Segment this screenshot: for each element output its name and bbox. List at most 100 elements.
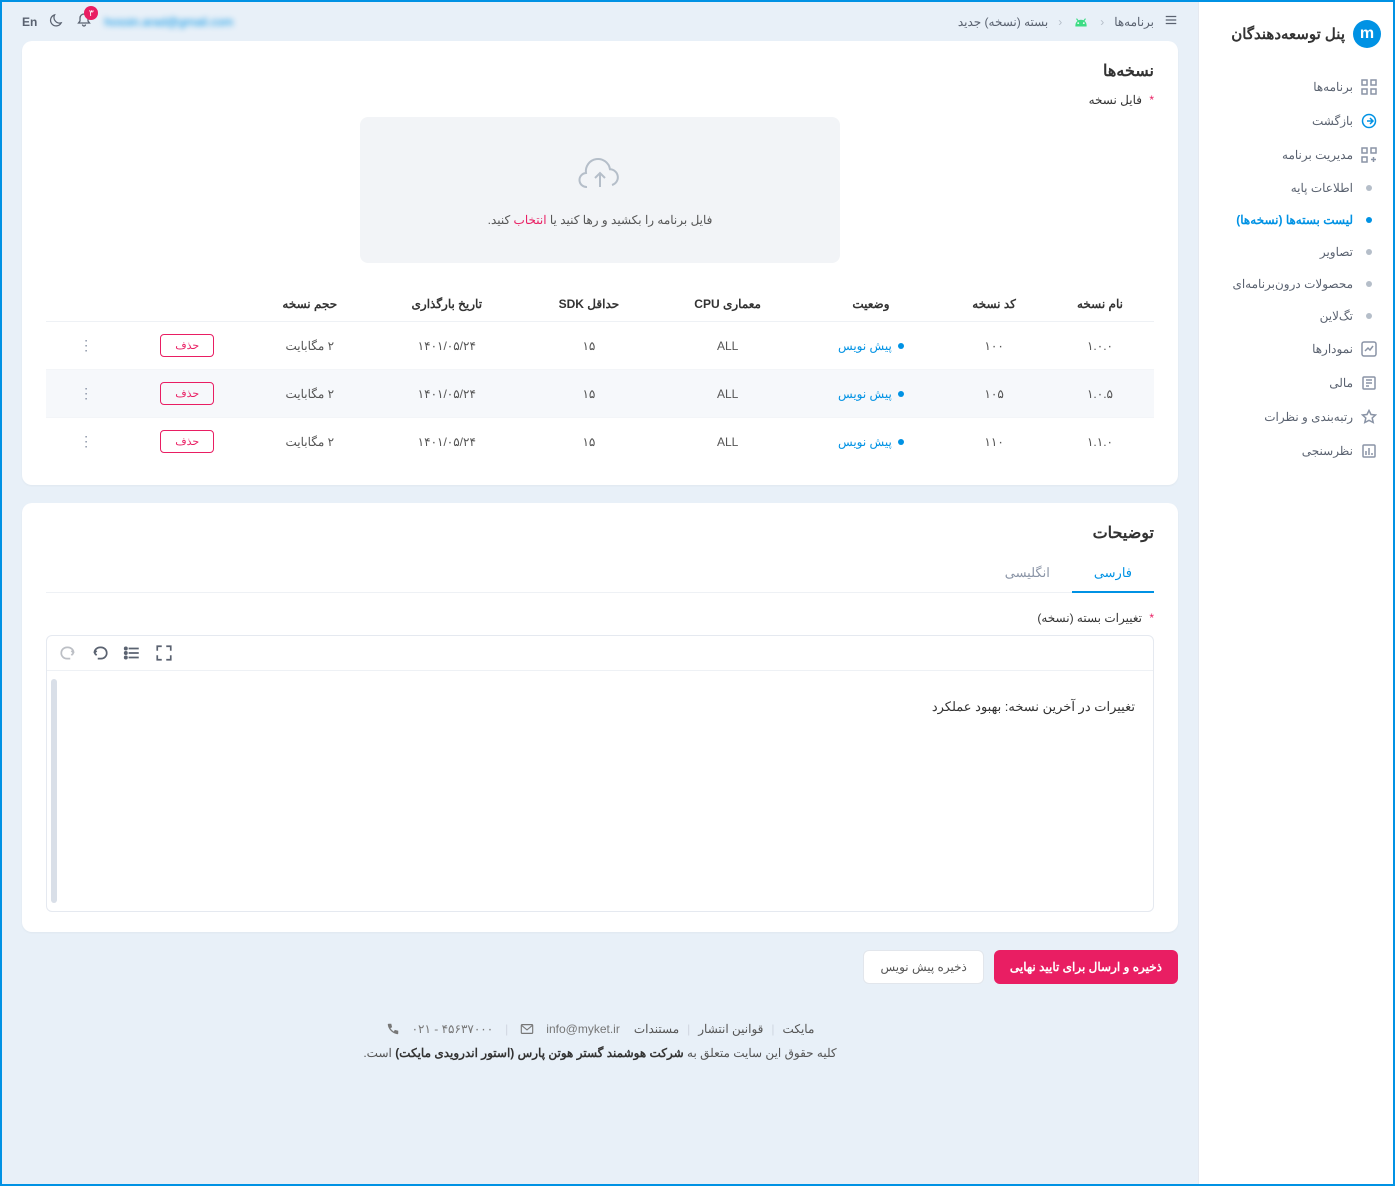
file-dropzone[interactable]: فایل برنامه را بکشید و رها کنید یا انتخا… — [360, 117, 840, 263]
top-actions: hossin.arad@gmail.com ۳ En — [22, 12, 233, 31]
brand: m پنل توسعه‌دهندگان — [1211, 20, 1381, 48]
bullet-icon — [1366, 313, 1372, 319]
footer: مایکت | قوانین انتشار | مستندات ۰۲۱ - ۴۵… — [22, 1002, 1178, 1080]
brand-logo-icon: m — [1353, 20, 1381, 48]
footer-copyright: کلیه حقوق این سایت متعلق به شرکت هوشمند … — [363, 1046, 836, 1060]
nav-label: مالی — [1329, 376, 1353, 390]
footer-phone: ۰۲۱ - ۴۵۶۳۷۰۰۰ — [412, 1022, 494, 1036]
description-card: توضیحات فارسی انگلیسی * تغییرات بسته (نس… — [22, 503, 1178, 932]
save-draft-button[interactable]: ذخیره پیش نویس — [863, 950, 983, 984]
th-date: تاریخ بارگذاری — [371, 287, 522, 322]
table-row: ۱.۰.۵۱۰۵پیش نویسALL۱۵۱۴۰۱/۰۵/۲۴۲ مگابایت… — [46, 370, 1154, 418]
nav-item-images[interactable]: تصاویر — [1211, 236, 1381, 268]
nav-label: تگ‌لاین — [1320, 309, 1353, 323]
cloud-upload-icon — [576, 153, 624, 201]
nav-label: برنامه‌ها — [1313, 80, 1353, 94]
versions-title: نسخه‌ها — [46, 61, 1154, 81]
nav-item-back[interactable]: بازگشت — [1211, 104, 1381, 138]
cell-status: پیش نویس — [800, 370, 943, 418]
submit-button[interactable]: ذخیره و ارسال برای تایید نهایی — [994, 950, 1178, 984]
nav-label: نمودارها — [1312, 342, 1353, 356]
bullet-icon — [1366, 249, 1372, 255]
editor-body[interactable]: تغییرات در آخرین نسخه: بهبود عملکرد — [47, 671, 1153, 911]
nav-item-finance[interactable]: مالی — [1211, 366, 1381, 400]
chevron-left-icon: ‹ — [1058, 15, 1062, 29]
cell-status: پیش نویس — [800, 418, 943, 466]
cell-size: ۲ مگابایت — [248, 322, 371, 370]
breadcrumb-root[interactable]: برنامه‌ها — [1114, 15, 1154, 29]
mail-icon — [520, 1022, 534, 1036]
cell-sdk: ۱۵ — [522, 322, 655, 370]
required-marker: * — [1149, 93, 1154, 107]
nav-label: تصاویر — [1320, 245, 1353, 259]
lang-switch[interactable]: En — [22, 15, 37, 29]
nav-item-iap[interactable]: محصولات درون‌برنامه‌ای — [1211, 268, 1381, 300]
breadcrumb-current: بسته (نسخه) جدید — [958, 15, 1048, 29]
footer-link-docs[interactable]: مستندات — [634, 1022, 679, 1036]
topbar: برنامه‌ها ‹ ‹ بسته (نسخه) جدید hossin.ar… — [2, 2, 1198, 41]
bullet-icon — [1366, 281, 1372, 287]
delete-button[interactable]: حذف — [160, 430, 214, 453]
chart-icon — [1361, 341, 1377, 357]
redo-icon[interactable] — [59, 644, 77, 662]
nav-item-survey[interactable]: نظرسنجی — [1211, 434, 1381, 468]
th-action — [126, 287, 248, 322]
notification-bell[interactable]: ۳ — [76, 12, 92, 31]
survey-icon — [1361, 443, 1377, 459]
kebab-menu-icon[interactable]: ⋮ — [71, 337, 101, 354]
kebab-menu-icon[interactable]: ⋮ — [71, 433, 101, 450]
grid-icon — [1361, 79, 1377, 95]
brand-title: پنل توسعه‌دهندگان — [1231, 25, 1345, 43]
fullscreen-icon[interactable] — [155, 644, 173, 662]
th-size: حجم نسخه — [248, 287, 371, 322]
delete-button[interactable]: حذف — [160, 334, 214, 357]
nav-label: بازگشت — [1312, 114, 1353, 128]
table-row: ۱.۱.۰۱۱۰پیش نویسALL۱۵۱۴۰۱/۰۵/۲۴۲ مگابایت… — [46, 418, 1154, 466]
cell-size: ۲ مگابایت — [248, 418, 371, 466]
kebab-menu-icon[interactable]: ⋮ — [71, 385, 101, 402]
cell-date: ۱۴۰۱/۰۵/۲۴ — [371, 370, 522, 418]
tab-english[interactable]: انگلیسی — [983, 555, 1072, 592]
cell-code: ۱۱۰ — [942, 418, 1046, 466]
nav-item-tagline[interactable]: تگ‌لاین — [1211, 300, 1381, 332]
nav-item-basic[interactable]: اطلاعات پایه — [1211, 172, 1381, 204]
nav-item-manage[interactable]: مدیریت برنامه — [1211, 138, 1381, 172]
grid-plus-icon — [1361, 147, 1377, 163]
list-icon[interactable] — [123, 644, 141, 662]
delete-button[interactable]: حذف — [160, 382, 214, 405]
action-bar: ذخیره و ارسال برای تایید نهایی ذخیره پیش… — [22, 950, 1178, 984]
editor: تغییرات در آخرین نسخه: بهبود عملکرد — [46, 635, 1154, 912]
nav-item-packages[interactable]: لیست بسته‌ها (نسخه‌ها) — [1211, 204, 1381, 236]
notification-badge: ۳ — [84, 6, 98, 20]
nav-item-charts[interactable]: نمودارها — [1211, 332, 1381, 366]
nav-item-rating[interactable]: رتبه‌بندی و نظرات — [1211, 400, 1381, 434]
th-name: نام نسخه — [1046, 287, 1154, 322]
moon-icon — [49, 13, 64, 28]
editor-toolbar — [47, 636, 1153, 671]
th-status: وضعیت — [800, 287, 943, 322]
footer-link-rules[interactable]: قوانین انتشار — [698, 1022, 763, 1036]
scrollbar[interactable] — [51, 679, 57, 903]
nav-label: رتبه‌بندی و نظرات — [1264, 410, 1353, 424]
finance-icon — [1361, 375, 1377, 391]
star-icon — [1361, 409, 1377, 425]
bullet-icon — [1366, 217, 1372, 223]
th-cpu: معماری CPU — [656, 287, 800, 322]
dropzone-browse-link[interactable]: انتخاب — [514, 213, 547, 227]
nav-item-apps[interactable]: برنامه‌ها — [1211, 70, 1381, 104]
footer-links: مایکت | قوانین انتشار | مستندات — [634, 1022, 815, 1036]
undo-icon[interactable] — [91, 644, 109, 662]
versions-table: نام نسخه کد نسخه وضعیت معماری CPU حداقل … — [46, 287, 1154, 465]
bullet-icon — [1366, 185, 1372, 191]
chevron-left-icon: ‹ — [1100, 15, 1104, 29]
user-email[interactable]: hossin.arad@gmail.com — [104, 15, 233, 29]
status-dot-icon — [898, 439, 904, 445]
footer-link-myket[interactable]: مایکت — [783, 1022, 815, 1036]
cell-size: ۲ مگابایت — [248, 370, 371, 418]
editor-content: تغییرات در آخرین نسخه: بهبود عملکرد — [65, 699, 1135, 715]
menu-icon[interactable] — [1164, 13, 1178, 30]
theme-toggle[interactable] — [49, 13, 64, 31]
th-menu — [46, 287, 126, 322]
tab-farsi[interactable]: فارسی — [1072, 555, 1154, 593]
cell-date: ۱۴۰۱/۰۵/۲۴ — [371, 418, 522, 466]
